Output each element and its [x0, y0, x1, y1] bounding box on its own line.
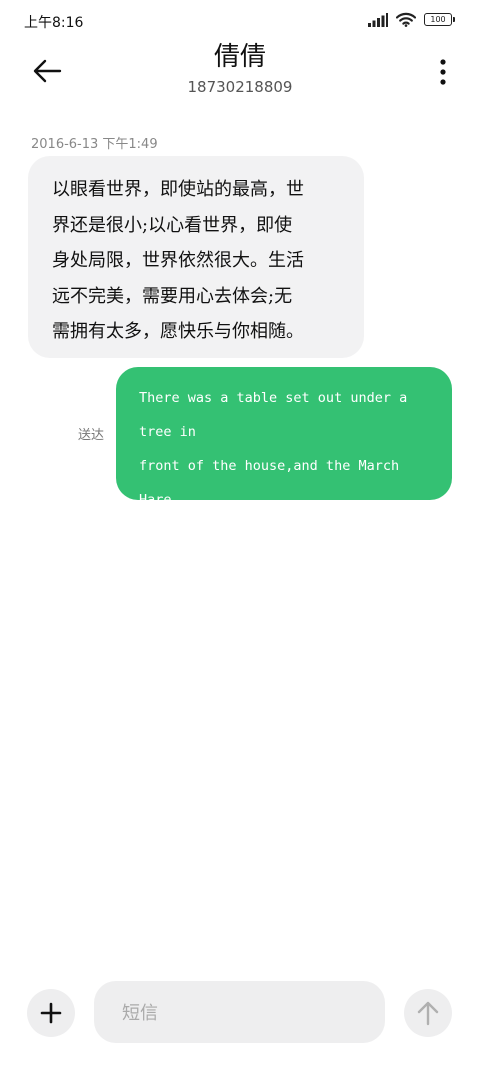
arrow-up-icon [417, 1001, 439, 1026]
status-icons: 100 [368, 12, 455, 27]
message-line: 远不完美，需要用心去体会;无 [52, 285, 293, 307]
message-line: 身处局限，世界依然很大。生活 [52, 250, 304, 271]
message-line: 界还是很小;以心看世界，即使 [52, 214, 293, 236]
contact-number: 18730218809 [187, 78, 293, 96]
signal-icon [368, 12, 388, 27]
plus-icon [40, 1002, 62, 1024]
status-time: 上午8:16 [24, 15, 84, 31]
delivery-status: 送达 [78, 428, 105, 443]
more-options-button[interactable] [436, 58, 450, 86]
battery-icon: 100 [424, 13, 455, 26]
message-line: 需拥有太多，愿快乐与你相随。 [52, 321, 304, 342]
sms-input[interactable]: 短信 [94, 981, 385, 1043]
message-line: front of the house,and the March Hare [139, 458, 400, 508]
message-line: 以眼看世界，即使站的最高，世 [52, 179, 304, 200]
messaging-screen: 上午8:16 100 倩倩 18730218809 2016-6-13 下午1:… [0, 0, 480, 1066]
conversation-header: 倩倩 18730218809 [0, 36, 480, 106]
add-attachment-button[interactable] [27, 989, 75, 1037]
incoming-message-bubble[interactable]: 以眼看世界，即使站的最高，世 界还是很小;以心看世界，即使 身处局限，世界依然很… [28, 156, 364, 358]
sms-input-placeholder: 短信 [122, 1003, 158, 1024]
more-vertical-icon [440, 59, 446, 85]
send-button[interactable] [404, 989, 452, 1037]
contact-name: 倩倩 [213, 42, 266, 72]
battery-level: 100 [430, 15, 446, 24]
message-line: and the Hatter were having tea at it. [139, 526, 408, 576]
wifi-icon [396, 12, 416, 27]
outgoing-message-bubble[interactable]: There was a table set out under a tree i… [116, 367, 452, 576]
message-timestamp: 2016-6-13 下午1:49 [31, 137, 158, 152]
message-line: There was a table set out under a tree i… [139, 390, 408, 440]
